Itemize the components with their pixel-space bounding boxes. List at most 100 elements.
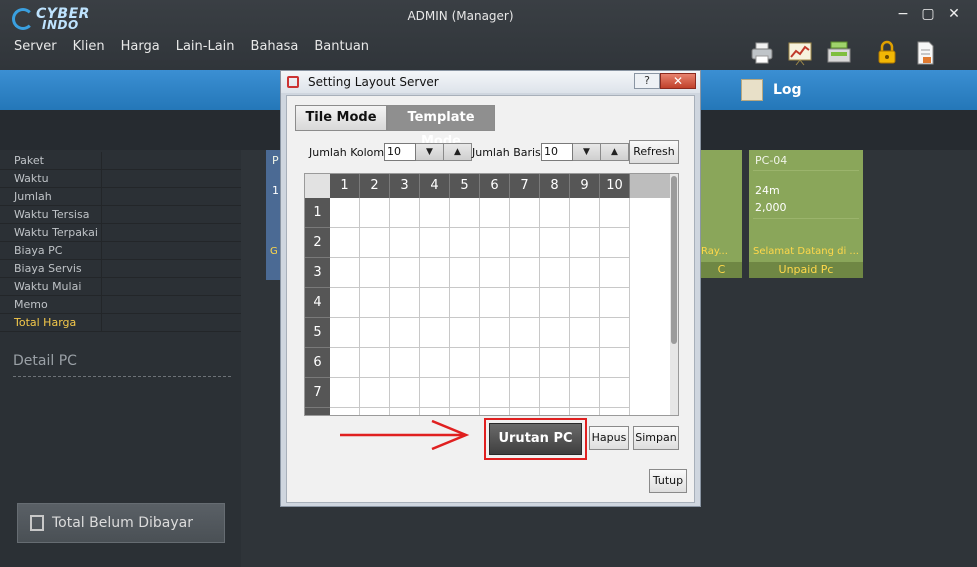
info-value (102, 224, 241, 241)
info-value (102, 314, 241, 331)
dialog-title: Setting Layout Server (308, 75, 439, 89)
pc-card-pc-04[interactable]: PC-04 24m 2,000 Selamat Datang di ... Un… (749, 150, 863, 278)
pc-card-divider (753, 218, 859, 219)
grid-col-header: 3 (390, 174, 420, 198)
info-label: Jumlah (0, 188, 102, 205)
minimize-button[interactable]: − (893, 5, 913, 23)
sidebar-header (0, 70, 241, 110)
grid-col-header: 5 (450, 174, 480, 198)
grid-col-header: 6 (480, 174, 510, 198)
annotation-arrow-icon (340, 420, 470, 450)
pc-card-message: G (270, 246, 278, 257)
info-label: Waktu Terpakai (0, 224, 102, 241)
jumlah-kolom-stepper: 10 ▼ ▲ (384, 143, 472, 161)
info-value (102, 278, 241, 295)
pc-card[interactable]: Ray... C (701, 150, 742, 278)
lock-icon[interactable] (874, 40, 900, 66)
info-label: Biaya PC (0, 242, 102, 259)
info-label: Paket (0, 152, 102, 169)
grid-row-header: 7 (305, 378, 330, 408)
menu-lain-lain[interactable]: Lain-Lain (168, 38, 243, 56)
menu-bar: Server Klien Harga Lain-Lain Bahasa Bant… (6, 38, 377, 56)
tab-template-mode[interactable]: Template Mode (387, 105, 495, 149)
menu-bantuan[interactable]: Bantuan (306, 38, 377, 56)
pc-card-message: Selamat Datang di ... (753, 246, 859, 257)
kolom-down-icon[interactable]: ▼ (416, 143, 444, 161)
info-row: Memo (0, 296, 241, 314)
urutan-pc-button[interactable]: Urutan PC (489, 423, 582, 455)
refresh-button[interactable]: Refresh (629, 140, 679, 164)
grid-row-header: 3 (305, 258, 330, 288)
printer-icon[interactable] (749, 40, 775, 66)
grid-col-header: 9 (570, 174, 600, 198)
info-row: Waktu Mulai (0, 278, 241, 296)
grid-col-header: 10 (600, 174, 630, 198)
kolom-up-icon[interactable]: ▲ (444, 143, 472, 161)
menu-klien[interactable]: Klien (65, 38, 113, 56)
grid-col-header: 4 (420, 174, 450, 198)
sidebar: Paket Waktu Jumlah Waktu Tersisa Waktu T… (0, 70, 241, 567)
dialog-app-icon (287, 76, 299, 88)
baris-down-icon[interactable]: ▼ (573, 143, 601, 161)
info-row: Waktu Terpakai (0, 224, 241, 242)
grid-row-header: 5 (305, 318, 330, 348)
info-value (102, 170, 241, 187)
maximize-button[interactable]: ▢ (918, 5, 938, 23)
pc-card-status: C (701, 262, 742, 278)
jumlah-baris-stepper: 10 ▼ ▲ (541, 143, 629, 161)
info-label: Memo (0, 296, 102, 313)
info-label: Waktu Mulai (0, 278, 102, 295)
grid-col-header: 8 (540, 174, 570, 198)
grid-col-header: 2 (360, 174, 390, 198)
pc-info-table: Paket Waktu Jumlah Waktu Tersisa Waktu T… (0, 152, 241, 332)
grid-row-header: 6 (305, 348, 330, 378)
tutup-button[interactable]: Tutup (649, 469, 687, 493)
info-label: Waktu (0, 170, 102, 187)
total-button-label: Total Belum Dibayar (52, 515, 193, 531)
grid-col-header: 7 (510, 174, 540, 198)
layout-grid[interactable]: 1 2 3 4 5 6 7 8 9 10 1 2 3 4 5 6 7 (304, 173, 679, 416)
tab-tile-mode[interactable]: Tile Mode (295, 105, 387, 131)
pc-card-message: Ray... (701, 246, 728, 257)
info-row: Waktu (0, 170, 241, 188)
pc-card-name: P (272, 154, 279, 167)
dialog-close-button[interactable]: ✕ (660, 73, 696, 89)
total-belum-dibayar-button[interactable]: Total Belum Dibayar (17, 503, 225, 543)
detail-pc-title: Detail PC (13, 353, 77, 369)
help-button[interactable]: ? (634, 73, 660, 89)
info-row-total: Total Harga (0, 314, 241, 332)
log-icon[interactable] (741, 79, 763, 101)
menu-harga[interactable]: Harga (113, 38, 168, 56)
cash-register-icon[interactable] (826, 40, 852, 66)
baris-up-icon[interactable]: ▲ (601, 143, 629, 161)
grid-cells[interactable] (330, 198, 630, 415)
simpan-button[interactable]: Simpan (633, 426, 679, 450)
info-row: Jumlah (0, 188, 241, 206)
log-tab[interactable]: Log (773, 82, 802, 98)
grid-row-header: 1 (305, 198, 330, 228)
grid-header-filler (630, 174, 670, 198)
grid-corner (305, 174, 330, 198)
sidebar-band (0, 110, 241, 150)
detail-divider (13, 376, 231, 377)
jumlah-baris-input[interactable]: 10 (541, 143, 573, 161)
hapus-button[interactable]: Hapus (589, 426, 629, 450)
info-row: Waktu Tersisa (0, 206, 241, 224)
jumlah-kolom-label: Jumlah Kolom: (309, 146, 388, 159)
jumlah-kolom-input[interactable]: 10 (384, 143, 416, 161)
info-value (102, 206, 241, 223)
grid-scrollbar-thumb[interactable] (671, 176, 677, 344)
menu-server[interactable]: Server (6, 38, 65, 56)
chart-icon[interactable] (787, 40, 813, 66)
document-icon[interactable] (912, 40, 938, 66)
grid-col-header: 1 (330, 174, 360, 198)
menu-bahasa[interactable]: Bahasa (243, 38, 307, 56)
info-label: Biaya Servis (0, 260, 102, 277)
close-button[interactable]: ✕ (944, 5, 964, 23)
grid-row-header: 2 (305, 228, 330, 258)
info-row: Biaya Servis (0, 260, 241, 278)
info-value (102, 296, 241, 313)
info-value (102, 242, 241, 259)
pc-card-divider (753, 170, 859, 171)
edit-icon (30, 515, 44, 531)
